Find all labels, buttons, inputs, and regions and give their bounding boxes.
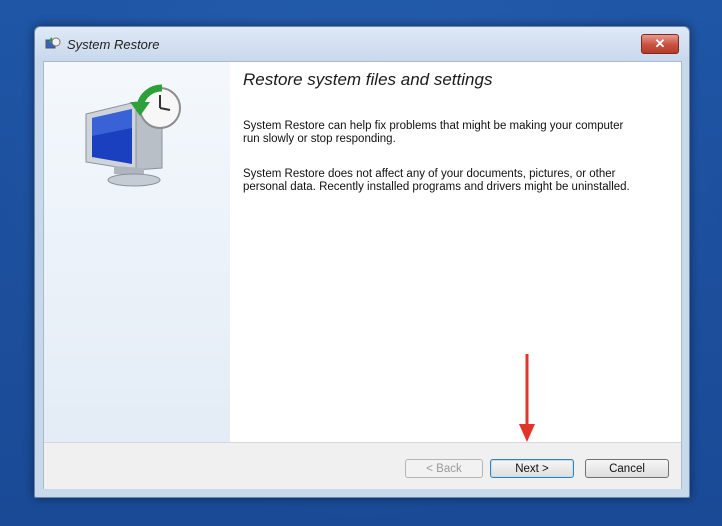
content-area: Restore system files and settings System…: [230, 62, 681, 442]
button-bar: < Back Next > Cancel: [44, 442, 681, 489]
description-paragraph: System Restore can help fix problems tha…: [243, 120, 624, 145]
system-restore-window: System Restore ✕ Restore system files an…: [34, 26, 690, 498]
system-restore-icon: [45, 37, 61, 49]
close-icon: ✕: [654, 36, 666, 51]
wizard-body: Restore system files and settings System…: [43, 61, 682, 489]
next-button[interactable]: Next >: [490, 459, 574, 478]
computer-restore-clock-icon: [85, 84, 181, 187]
description-paragraph: System Restore does not affect any of yo…: [243, 168, 630, 193]
side-panel: [44, 62, 231, 442]
page-title: Restore system files and settings: [243, 70, 493, 89]
red-down-arrow: [519, 354, 535, 442]
window-title: System Restore: [67, 37, 160, 52]
back-button[interactable]: < Back: [405, 459, 483, 478]
cancel-button[interactable]: Cancel: [585, 459, 669, 478]
title-bar[interactable]: System Restore ✕: [35, 27, 689, 61]
close-button[interactable]: ✕: [641, 34, 679, 54]
